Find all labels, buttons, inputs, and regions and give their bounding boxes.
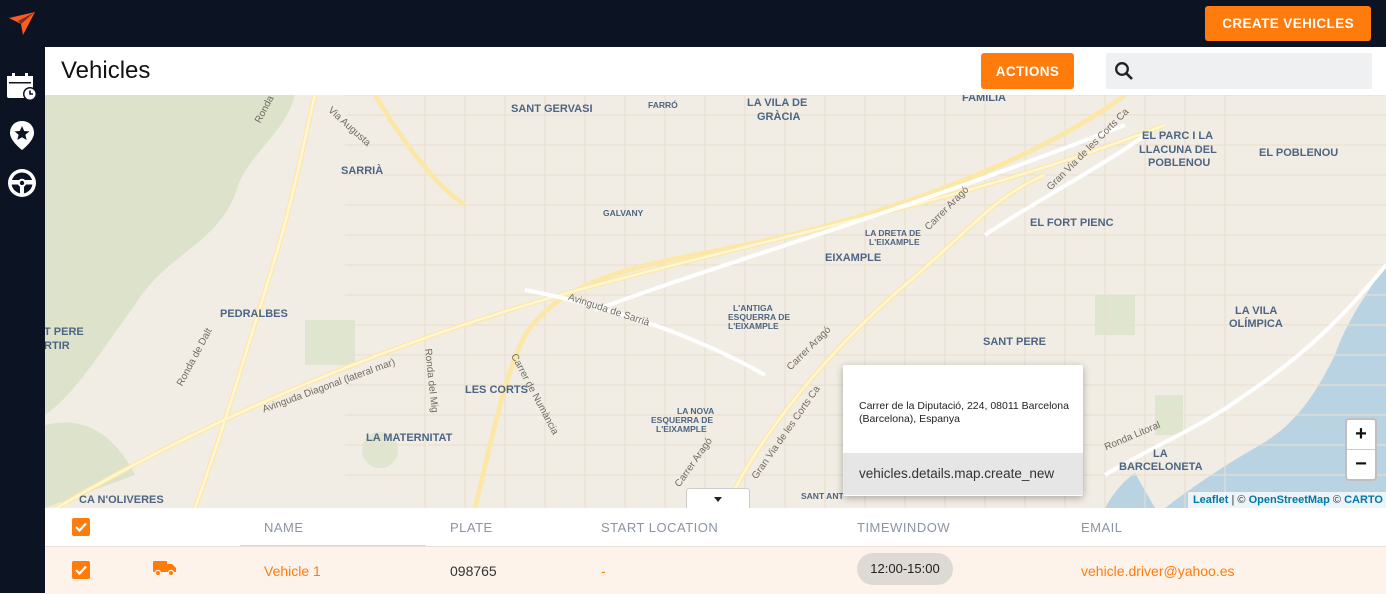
district-label: PEDRALBES	[220, 308, 288, 320]
table-row[interactable]: Vehicle 1 098765 - 12:00-15:00 vehicle.d…	[45, 546, 1386, 594]
district-label: LES CORTS	[465, 384, 528, 396]
row-checkbox[interactable]	[72, 561, 90, 579]
page-header: Vehicles ACTIONS	[45, 47, 1386, 95]
district-label: FARRÓ	[648, 100, 678, 110]
district-label: SANT PERE	[983, 336, 1046, 348]
column-header-start-location[interactable]: START LOCATION	[601, 520, 718, 535]
select-all-checkbox[interactable]	[72, 518, 90, 536]
district-label: SARRIÀ	[341, 165, 384, 177]
search-box[interactable]	[1106, 53, 1372, 91]
caret-down-icon	[714, 497, 722, 502]
district-label: EL PARC I LA	[1142, 130, 1214, 142]
zoom-in-button[interactable]: +	[1347, 420, 1375, 450]
district-label: SANT ANT	[801, 491, 844, 501]
paper-plane-logo-icon[interactable]	[8, 10, 36, 36]
map-collapse-toggle[interactable]	[686, 488, 750, 508]
district-label: LA MATERNITAT	[366, 432, 453, 444]
district-label: T PERE	[45, 326, 84, 338]
table-header: NAME PLATE START LOCATION TIMEWINDOW EMA…	[45, 508, 1386, 546]
attribution-separator: ©	[1329, 494, 1345, 506]
map[interactable]: SANT GERVASI FARRÓ LA VILA DE GRÀCIA FAM…	[45, 95, 1386, 508]
column-header-plate[interactable]: PLATE	[450, 520, 493, 535]
check-icon	[75, 522, 87, 533]
district-label: EL FORT PIENC	[1030, 217, 1114, 229]
steering-wheel-icon[interactable]	[6, 167, 38, 199]
district-label: BARCELONETA	[1119, 461, 1203, 473]
map-popup: Carrer de la Diputació, 224, 08011 Barce…	[843, 365, 1083, 496]
vehicle-plate: 098765	[450, 563, 497, 579]
district-label: EL POBLENOU	[1259, 147, 1339, 159]
sidebar	[0, 47, 45, 593]
column-header-name[interactable]: NAME	[264, 520, 304, 535]
carto-link[interactable]: CARTO	[1344, 494, 1383, 506]
zoom-control: + −	[1345, 418, 1377, 481]
district-label: FAMILIA	[962, 95, 1006, 104]
district-label: RTIR	[45, 340, 70, 352]
vehicle-name-link[interactable]: Vehicle 1	[264, 563, 321, 579]
district-label: GALVANY	[603, 208, 644, 218]
district-label: OLÍMPICA	[1229, 318, 1283, 330]
osm-link[interactable]: OpenStreetMap	[1249, 494, 1330, 506]
page-title: Vehicles	[61, 57, 151, 84]
timewindow-chip: 12:00-15:00	[857, 553, 953, 585]
column-header-email[interactable]: EMAIL	[1081, 520, 1123, 535]
map-attribution: Leaflet | © OpenStreetMap © CARTO	[1187, 492, 1386, 508]
district-label: LA	[1153, 448, 1168, 460]
district-label: SANT GERVASI	[511, 103, 593, 115]
zoom-out-button[interactable]: −	[1347, 450, 1375, 479]
create-new-location-option[interactable]: vehicles.details.map.create_new	[843, 453, 1083, 495]
district-label: CA N'OLIVERES	[79, 494, 164, 506]
top-bar: CREATE VEHICLES	[0, 0, 1386, 47]
district-label: GRÀCIA	[757, 111, 801, 123]
truck-icon	[153, 561, 176, 577]
district-label: LA VILA	[1235, 305, 1278, 317]
district-label: LA VILA DE	[747, 97, 808, 109]
district-label: L'EIXAMPLE	[656, 424, 707, 434]
search-icon	[1115, 62, 1133, 80]
star-pin-icon[interactable]	[6, 119, 38, 151]
district-label: LLACUNA DEL	[1139, 144, 1217, 156]
attribution-separator: | ©	[1228, 494, 1249, 506]
vehicle-start-location[interactable]: -	[601, 563, 606, 579]
actions-button[interactable]: ACTIONS	[981, 53, 1074, 89]
district-label: L'EIXAMPLE	[728, 321, 779, 331]
district-label: L'EIXAMPLE	[869, 237, 920, 247]
leaflet-link[interactable]: Leaflet	[1193, 494, 1228, 506]
search-input[interactable]	[1142, 53, 1368, 91]
district-label: POBLENOU	[1148, 157, 1211, 169]
create-vehicles-button[interactable]: CREATE VEHICLES	[1205, 6, 1371, 41]
popup-address: Carrer de la Diputació, 224, 08011 Barce…	[859, 400, 1069, 425]
calendar-clock-icon[interactable]	[6, 71, 38, 103]
check-icon	[75, 565, 87, 576]
district-label: EIXAMPLE	[825, 252, 882, 264]
column-header-timewindow[interactable]: TIMEWINDOW	[857, 520, 950, 535]
vehicle-email[interactable]: vehicle.driver@yahoo.es	[1081, 563, 1235, 579]
